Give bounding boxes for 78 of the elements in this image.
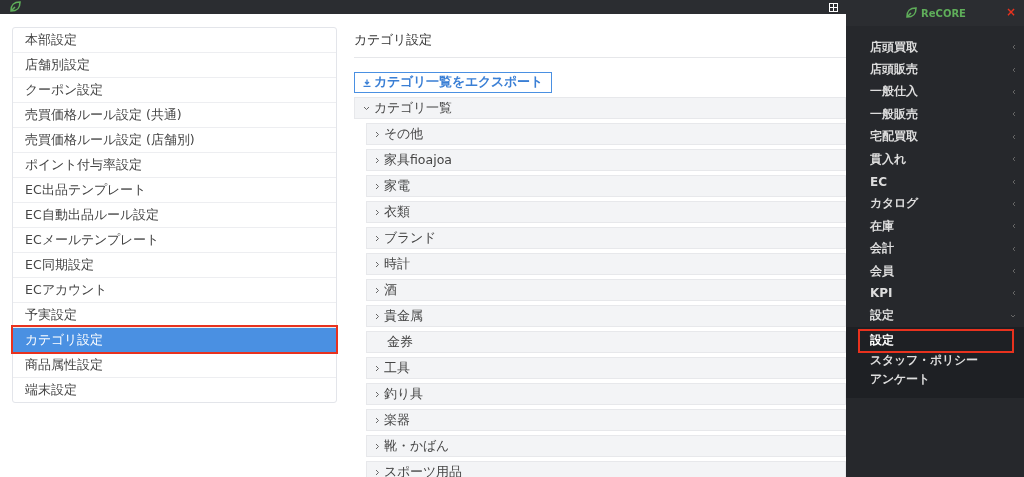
grid-icon[interactable] (829, 2, 838, 12)
nav-item[interactable]: 会員 (846, 259, 1024, 283)
chevron-left-icon (1012, 290, 1016, 297)
menu-item[interactable]: ポイント付与率設定 (13, 152, 336, 177)
chevron-right-icon (375, 390, 380, 398)
page-title: カテゴリ設定 (354, 27, 846, 58)
chevron-left-icon (1012, 268, 1016, 275)
nav-item[interactable]: 店頭販売 (846, 58, 1024, 81)
tree-row[interactable]: スポーツ用品 (366, 461, 846, 477)
tree-row[interactable]: 工具 (366, 357, 846, 379)
menu-item[interactable]: 端末設定 (13, 377, 336, 402)
menu-item[interactable]: クーポン設定 (13, 77, 336, 102)
chevron-left-icon (1012, 66, 1016, 73)
menu-item[interactable]: EC自動出品ルール設定 (13, 202, 336, 227)
tree-row[interactable]: 酒 (366, 279, 846, 301)
tree-row[interactable]: ブランド (366, 227, 846, 249)
logo-icon (904, 6, 919, 20)
chevron-left-icon (1012, 178, 1016, 185)
nav-item[interactable]: 在庫 (846, 215, 1024, 238)
tree-row[interactable]: 釣り具 (366, 383, 846, 405)
tree-row[interactable]: 家電 (366, 175, 846, 197)
nav-subitem[interactable]: 設定 (860, 331, 1012, 351)
nav-item[interactable]: 店頭買取 (846, 36, 1024, 59)
tree-row[interactable]: 楽器 (366, 409, 846, 431)
menu-item[interactable]: ECアカウント (13, 277, 336, 302)
chevron-left-icon (1012, 133, 1016, 140)
nav-item[interactable]: KPI (846, 282, 1024, 305)
chevron-right-icon (375, 208, 380, 216)
nav-item[interactable]: 宅配買取 (846, 125, 1024, 148)
tree-row[interactable]: 靴・かばん (366, 435, 846, 457)
menu-item[interactable]: 商品属性設定 (13, 352, 336, 377)
tree-row[interactable]: 時計 (366, 253, 846, 275)
chevron-down-icon (363, 105, 370, 111)
chevron-left-icon (1012, 245, 1016, 252)
chevron-left-icon (1012, 88, 1016, 95)
chevron-right-icon (375, 130, 380, 138)
menu-item[interactable]: 売買価格ルール設定 (共通) (13, 102, 336, 127)
nav-item[interactable]: 会計 (846, 237, 1024, 260)
export-button[interactable]: カテゴリ一覧をエクスポート (354, 72, 552, 93)
tree-row[interactable]: その他 (366, 123, 846, 145)
menu-item[interactable]: EC出品テンプレート (13, 177, 336, 202)
chevron-left-icon (1012, 200, 1016, 207)
chevron-right-icon (375, 234, 380, 242)
chevron-right-icon (375, 442, 380, 450)
chevron-left-icon (1012, 223, 1016, 230)
nav-item[interactable]: 一般販売 (846, 103, 1024, 126)
nav-item[interactable]: カタログ (846, 192, 1024, 216)
chevron-right-icon (375, 286, 380, 294)
tree-row[interactable]: 貴金属 (366, 305, 846, 327)
menu-item[interactable]: 店舗別設定 (13, 52, 336, 77)
chevron-right-icon (375, 260, 380, 268)
download-icon (363, 78, 371, 87)
menu-item[interactable]: 売買価格ルール設定 (店舗別) (13, 127, 336, 152)
chevron-right-icon (375, 182, 380, 190)
menu-item[interactable]: ECメールテンプレート (13, 227, 336, 252)
chevron-right-icon (375, 312, 380, 320)
chevron-right-icon (375, 416, 380, 424)
tree-row[interactable]: 家具fioajoa (366, 149, 846, 171)
chevron-left-icon (1012, 111, 1016, 118)
nav-item[interactable]: 一般仕入 (846, 80, 1024, 104)
nav-item[interactable]: EC (846, 170, 1024, 193)
chevron-right-icon (375, 156, 380, 164)
nav-item[interactable]: 設定 (846, 304, 1024, 328)
nav-item[interactable]: 貫入れ (846, 147, 1024, 171)
chevron-left-icon (1012, 156, 1016, 163)
tree-row[interactable]: 衣類 (366, 201, 846, 223)
chevron-right-icon (375, 364, 380, 372)
menu-item[interactable]: EC同期設定 (13, 252, 336, 277)
tree-row[interactable]: 金券 (366, 331, 846, 353)
chevron-left-icon (1012, 44, 1016, 51)
chevron-down-icon (1010, 313, 1016, 318)
tree-row[interactable]: カテゴリ一覧 (354, 97, 846, 119)
nav-subitem[interactable]: スタッフ・ポリシー (860, 350, 1012, 371)
menu-item[interactable]: 本部設定 (13, 28, 336, 52)
chevron-right-icon (375, 468, 380, 476)
brand-name: ReCORE (921, 7, 966, 19)
logo-icon (8, 0, 22, 14)
nav-subitem[interactable]: アンケート (860, 370, 1012, 390)
